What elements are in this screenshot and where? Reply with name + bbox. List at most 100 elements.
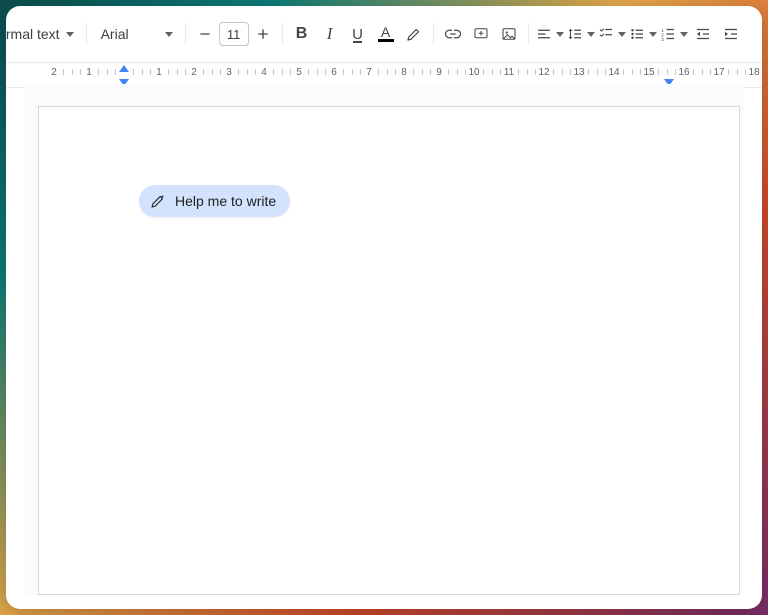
chevron-down-icon: [649, 32, 657, 37]
svg-text:3: 3: [661, 37, 664, 42]
ruler-label: 11: [504, 67, 514, 78]
document-viewport: Help me to write: [24, 84, 744, 595]
ruler-tick: [142, 69, 143, 75]
ruler-tick: [430, 69, 431, 75]
ruler-tick: [500, 69, 501, 75]
add-comment-button[interactable]: [468, 19, 494, 49]
ruler-label: 10: [468, 67, 479, 78]
ruler-tick: [72, 69, 73, 75]
paragraph-style-label: Normal text: [6, 26, 60, 42]
chevron-down-icon: [680, 32, 688, 37]
line-spacing-icon: [566, 25, 584, 43]
ruler-tick: [177, 69, 178, 75]
chevron-down-icon: [618, 32, 626, 37]
ruler-tick: [360, 69, 361, 75]
app-window: Normal text Arial 11 B I U A: [6, 6, 762, 609]
ruler-tick: [325, 69, 326, 75]
ruler-tick: [483, 69, 484, 75]
ruler-tick: [378, 69, 379, 75]
ruler-label: 6: [331, 67, 337, 78]
ruler-tick: [168, 69, 169, 75]
pencil-sparkle-icon: [149, 192, 167, 210]
underline-glyph: U: [352, 26, 363, 43]
align-left-icon: [535, 25, 553, 43]
italic-glyph: I: [327, 24, 333, 44]
ruler-tick: [745, 69, 746, 75]
ruler-tick: [597, 69, 598, 75]
document-page[interactable]: Help me to write: [38, 106, 740, 595]
ruler-tick: [465, 69, 466, 75]
ruler-tick: [605, 69, 606, 75]
ruler-label: 13: [573, 67, 584, 78]
link-icon: [444, 25, 462, 43]
chevron-down-icon: [556, 32, 564, 37]
first-line-indent-marker[interactable]: [119, 65, 129, 72]
ruler-tick: [570, 69, 571, 75]
increase-indent-button[interactable]: [718, 19, 744, 49]
checklist-icon: [597, 25, 615, 43]
ruler-tick: [553, 69, 554, 75]
ruler-label: 8: [401, 67, 407, 78]
ruler-tick: [212, 69, 213, 75]
ruler-label: 16: [678, 67, 689, 78]
ruler-label: 4: [261, 67, 267, 78]
ruler-tick: [238, 69, 239, 75]
font-size-input[interactable]: 11: [219, 22, 249, 46]
help-me-write-chip[interactable]: Help me to write: [139, 185, 290, 217]
decrease-indent-button[interactable]: [690, 19, 716, 49]
ruler-tick: [492, 69, 493, 75]
ruler-tick: [448, 69, 449, 75]
text-color-glyph: A: [381, 26, 390, 38]
ruler-label: 12: [538, 67, 549, 78]
ruler-tick: [352, 69, 353, 75]
ruler-tick: [675, 69, 676, 75]
chevron-down-icon: [66, 32, 74, 37]
bold-button[interactable]: B: [289, 19, 315, 49]
ruler-tick: [658, 69, 659, 75]
bulleted-list-dropdown[interactable]: [628, 19, 657, 49]
ruler-tick: [133, 69, 134, 75]
ruler-tick: [150, 69, 151, 75]
plus-icon: [255, 26, 271, 42]
bulleted-list-icon: [628, 25, 646, 43]
ruler-tick: [273, 69, 274, 75]
chevron-down-icon: [587, 32, 595, 37]
ruler-tick: [63, 69, 64, 75]
ruler-tick: [203, 69, 204, 75]
ruler-tick: [623, 69, 624, 75]
ruler-tick: [290, 69, 291, 75]
ruler-tick: [518, 69, 519, 75]
ruler-label: 2: [191, 67, 197, 78]
checklist-dropdown[interactable]: [597, 19, 626, 49]
underline-button[interactable]: U: [345, 19, 371, 49]
text-color-button[interactable]: A: [373, 19, 399, 49]
ruler-tick: [702, 69, 703, 75]
ruler-tick: [185, 69, 186, 75]
ruler-tick: [395, 69, 396, 75]
line-spacing-dropdown[interactable]: [566, 19, 595, 49]
insert-link-button[interactable]: [440, 19, 466, 49]
ruler-tick: [667, 69, 668, 75]
increase-font-size-button[interactable]: [250, 19, 276, 49]
align-dropdown[interactable]: [535, 19, 564, 49]
insert-image-button[interactable]: [496, 19, 522, 49]
ruler-tick: [527, 69, 528, 75]
comment-plus-icon: [472, 25, 490, 43]
ruler-label: 7: [366, 67, 372, 78]
paragraph-style-dropdown[interactable]: Normal text: [6, 19, 80, 49]
ruler-label: 1: [86, 67, 92, 78]
toolbar-separator: [185, 23, 186, 45]
toolbar-separator: [433, 23, 434, 45]
toolbar: Normal text Arial 11 B I U A: [6, 6, 762, 63]
ruler-tick: [422, 69, 423, 75]
numbered-list-icon: 123: [659, 25, 677, 43]
ruler-tick: [535, 69, 536, 75]
decrease-font-size-button[interactable]: [192, 19, 218, 49]
ruler-label: 2: [51, 67, 57, 78]
ruler-tick: [317, 69, 318, 75]
ruler-tick: [562, 69, 563, 75]
highlight-color-button[interactable]: [401, 19, 427, 49]
font-family-dropdown[interactable]: Arial: [93, 19, 179, 49]
italic-button[interactable]: I: [317, 19, 343, 49]
numbered-list-dropdown[interactable]: 123: [659, 19, 688, 49]
